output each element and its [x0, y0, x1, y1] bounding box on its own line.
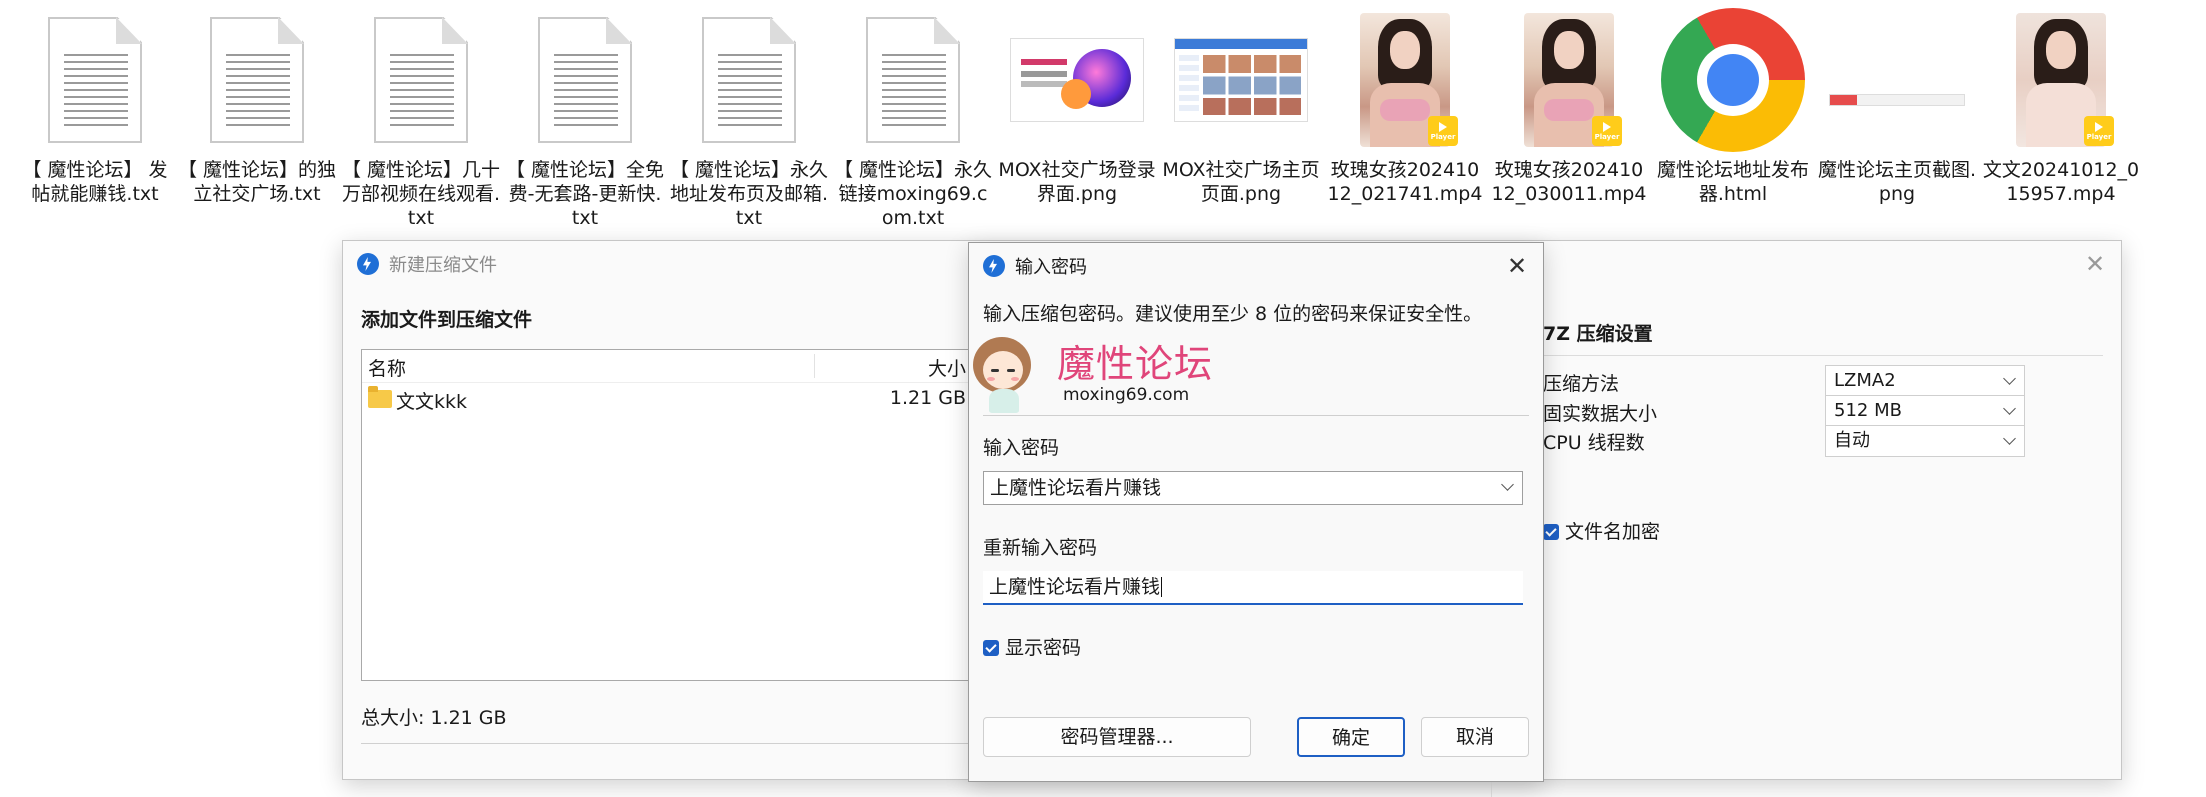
encrypt-filenames-checkbox[interactable]: 文件名加密 — [1543, 517, 1660, 544]
checkbox-checked-icon — [1543, 524, 1559, 540]
chrome-icon — [1658, 8, 1808, 152]
video-thumbnail: Player — [1494, 10, 1644, 150]
file-item[interactable]: MOX社交广场登录界面.png — [996, 10, 1158, 240]
file-name: 【 魔性论坛】永久链接moxing69.com.txt — [833, 159, 993, 229]
logo-text: 魔性论坛 — [1057, 342, 1214, 386]
divider — [983, 415, 1529, 416]
video-thumbnail: Player — [1986, 10, 2136, 150]
file-name: 【 魔性论坛】永久地址发布页及邮箱.txt — [669, 159, 829, 229]
file-item[interactable]: Player 玫瑰女孩20241012_030011.mp4 — [1488, 10, 1650, 240]
file-item[interactable]: Player 文文20241012_015957.mp4 — [1980, 10, 2142, 240]
bandizip-icon — [983, 255, 1005, 277]
checkbox-checked-icon — [983, 640, 999, 656]
solid-size-select[interactable]: 512 MB — [1825, 395, 2025, 427]
method-label: 压缩方法 — [1543, 373, 1620, 395]
video-thumbnail: Player — [1330, 10, 1480, 150]
password-label: 输入密码 — [983, 437, 1060, 459]
text-file-icon — [182, 10, 332, 150]
file-name: 玫瑰女孩20241012_021741.mp4 — [1327, 159, 1483, 205]
text-file-icon — [674, 10, 824, 150]
password-manager-button[interactable]: 密码管理器... — [983, 717, 1251, 757]
item-name: 文文kkk — [396, 391, 468, 413]
solid-size-label: 固实数据大小 — [1543, 403, 1658, 425]
item-size: 1.21 GB — [889, 387, 966, 409]
column-size[interactable]: 大小 — [928, 354, 966, 381]
file-list[interactable]: 名称 大小 文文kkk 1.21 GB — [361, 349, 983, 681]
list-item[interactable]: 文文kkk 1.21 GB — [362, 384, 982, 414]
file-name: 魔性论坛主页截图.png — [1817, 159, 1977, 205]
file-item[interactable]: 【 魔性论坛】永久链接moxing69.com.txt — [832, 10, 994, 240]
mascot-image — [969, 331, 1043, 415]
reenter-password-label: 重新输入密码 — [983, 537, 1098, 559]
password-input[interactable]: 上魔性论坛看片赚钱 — [983, 471, 1523, 505]
image-thumbnail — [1822, 10, 1972, 150]
file-name: 【 魔性论坛】 发帖就能赚钱.txt — [22, 159, 168, 205]
file-name: MOX社交广场主页页面.png — [1162, 159, 1320, 205]
column-name[interactable]: 名称 — [368, 354, 406, 381]
bandizip-icon — [357, 253, 379, 275]
total-size: 总大小: 1.21 GB — [361, 707, 507, 729]
forum-logo: 魔性论坛 moxing69.com — [969, 331, 1543, 415]
dialog-title: 输入密码 — [1015, 257, 1087, 278]
text-file-icon — [510, 10, 660, 150]
title-bar: 输入密码 — [969, 243, 1543, 289]
file-item[interactable]: 【 魔性论坛】几十万部视频在线观看.txt — [340, 10, 502, 240]
text-file-icon — [346, 10, 496, 150]
logo-url: moxing69.com — [1063, 385, 1190, 405]
chevron-down-icon — [2003, 372, 2016, 385]
file-item[interactable]: 【 魔性论坛】的独立社交广场.txt — [176, 10, 338, 240]
reenter-password-input[interactable]: 上魔性论坛看片赚钱 — [983, 571, 1523, 605]
player-badge-icon: Player — [2084, 116, 2114, 146]
file-item[interactable]: 魔性论坛主页截图.png — [1816, 10, 1978, 240]
method-select[interactable]: LZMA2 — [1825, 365, 2025, 397]
file-item[interactable]: 【 魔性论坛】全免费-无套路-更新快.txt — [504, 10, 666, 240]
file-item[interactable]: MOX社交广场主页页面.png — [1160, 10, 1322, 240]
cancel-button[interactable]: 取消 — [1421, 717, 1529, 757]
divider — [361, 743, 981, 744]
settings-title: 7Z 压缩设置 — [1543, 323, 1653, 345]
file-item[interactable]: 【 魔性论坛】 发帖就能赚钱.txt — [14, 10, 176, 240]
image-thumbnail — [1002, 10, 1152, 150]
list-header: 名称 大小 — [362, 350, 982, 383]
folder-icon — [368, 386, 392, 408]
window-title: 新建压缩文件 — [389, 255, 497, 276]
chevron-down-icon[interactable] — [1501, 478, 1514, 491]
show-password-checkbox[interactable]: 显示密码 — [983, 633, 1081, 660]
file-name: 文文20241012_015957.mp4 — [1982, 159, 2140, 205]
password-hint: 输入压缩包密码。建议使用至少 8 位的密码来保证安全性。 — [983, 303, 1483, 325]
file-name: MOX社交广场登录界面.png — [998, 159, 1156, 205]
file-name: 【 魔性论坛】全免费-无套路-更新快.txt — [505, 159, 665, 229]
close-icon[interactable]: ✕ — [1503, 252, 1531, 280]
divider — [1543, 355, 2103, 356]
file-item[interactable]: 【 魔性论坛】永久地址发布页及邮箱.txt — [668, 10, 830, 240]
file-name: 【 魔性论坛】几十万部视频在线观看.txt — [341, 159, 501, 229]
password-dialog: 输入密码 ✕ 输入压缩包密码。建议使用至少 8 位的密码来保证安全性。 魔性论坛… — [968, 242, 1544, 782]
file-item[interactable]: Player 玫瑰女孩20241012_021741.mp4 — [1324, 10, 1486, 240]
text-file-icon — [20, 10, 170, 150]
close-icon[interactable]: ✕ — [2081, 250, 2109, 278]
file-name: 魔性论坛地址发布器.html — [1656, 159, 1809, 205]
file-item[interactable]: 魔性论坛地址发布器.html — [1652, 8, 1814, 240]
file-name: 【 魔性论坛】的独立社交广场.txt — [177, 159, 337, 205]
chevron-down-icon — [2003, 402, 2016, 415]
section-title: 添加文件到压缩文件 — [361, 309, 533, 331]
threads-label: CPU 线程数 — [1543, 432, 1645, 454]
ok-button[interactable]: 确定 — [1297, 717, 1405, 757]
threads-select[interactable]: 自动 — [1825, 425, 2025, 457]
file-name: 玫瑰女孩20241012_030011.mp4 — [1491, 159, 1647, 205]
player-badge-icon: Player — [1428, 116, 1458, 146]
text-file-icon — [838, 10, 988, 150]
chevron-down-icon — [2003, 432, 2016, 445]
image-thumbnail — [1166, 10, 1316, 150]
player-badge-icon: Player — [1592, 116, 1622, 146]
